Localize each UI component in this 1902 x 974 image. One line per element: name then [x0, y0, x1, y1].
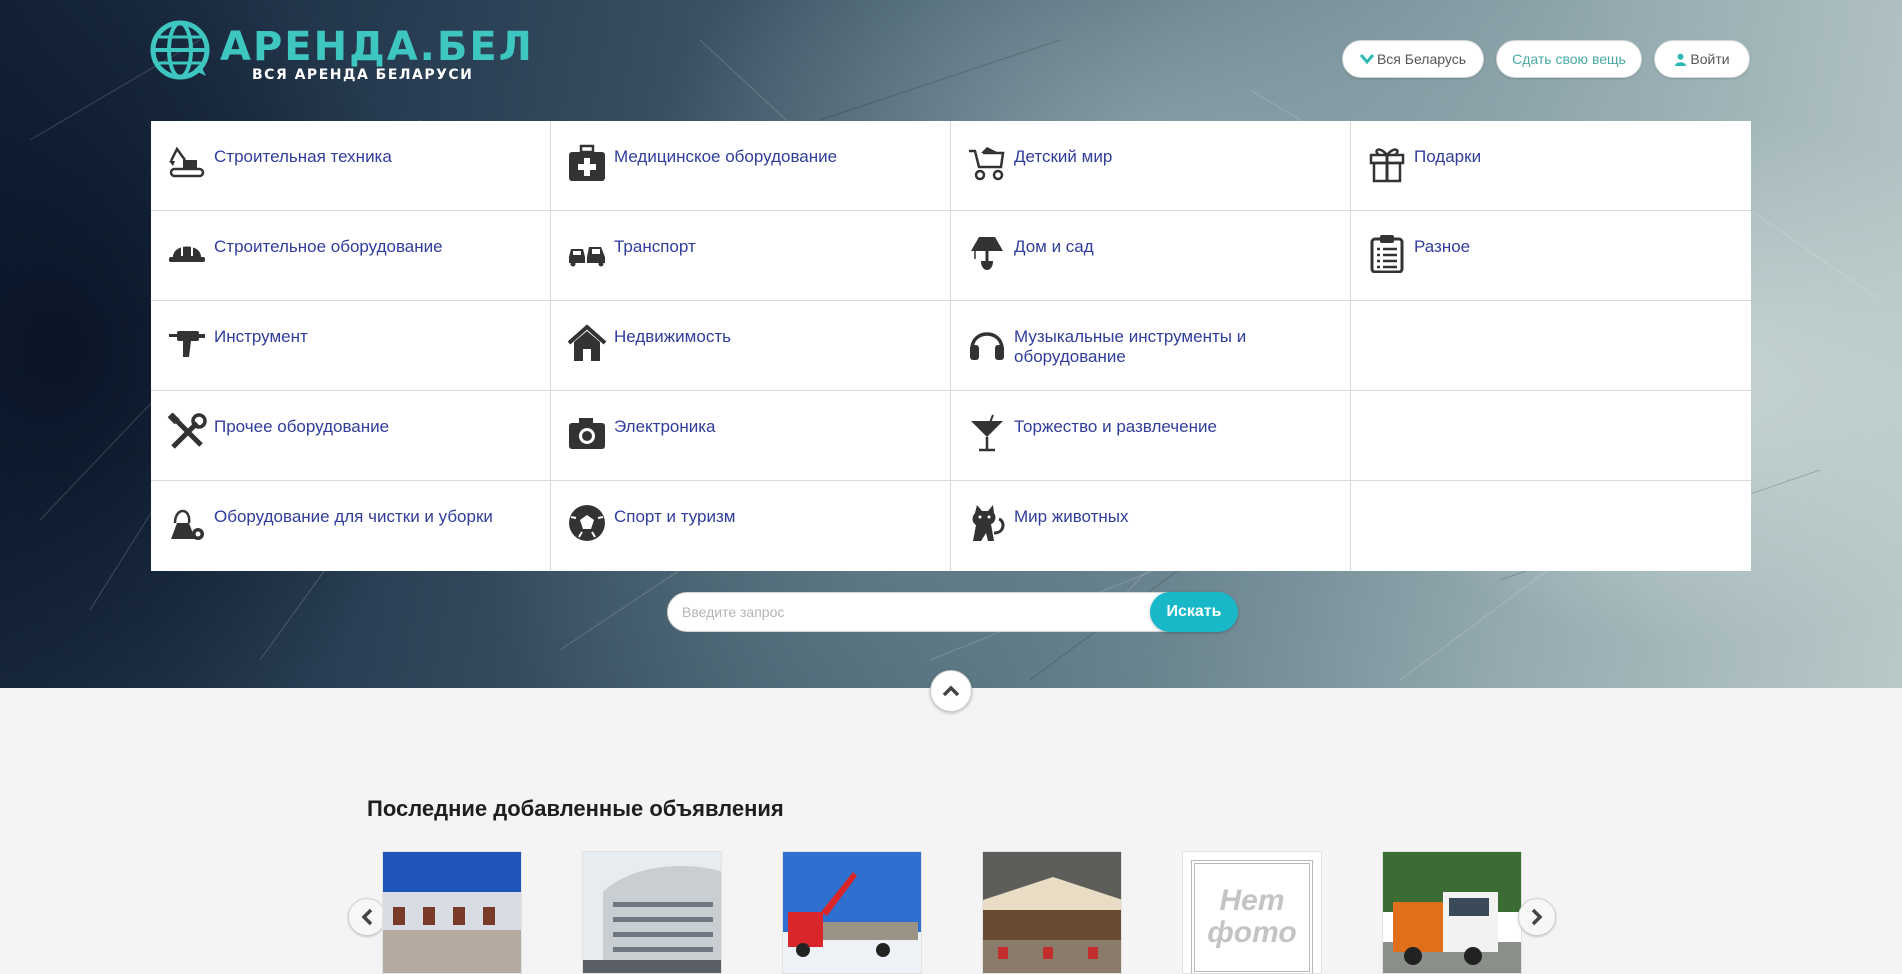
empty-cell — [1351, 481, 1751, 571]
category-label: Разное — [1414, 237, 1471, 256]
category-cell[interactable]: Детский мир — [951, 121, 1351, 211]
soccer-ball-icon — [569, 505, 605, 541]
category-label: Мир животных — [1014, 507, 1129, 526]
category-label: Подарки — [1414, 147, 1482, 166]
tools-icon — [167, 413, 207, 449]
office-building-photo — [583, 852, 721, 973]
category-label: Дом и сад — [1014, 237, 1094, 256]
camera-icon — [569, 418, 605, 449]
category-label: Строительное оборудование — [214, 237, 443, 256]
category-cell[interactable]: Медицинское оборудование — [551, 121, 951, 211]
cafe-terrace-photo — [983, 852, 1121, 973]
category-cell[interactable]: Инструмент — [151, 301, 551, 391]
category-label: Оборудование для чистки и уборки — [214, 507, 493, 526]
category-label: Строительная техника — [214, 147, 392, 166]
category-cell[interactable]: Подарки — [1351, 121, 1751, 211]
category-label: Детский мир — [1014, 147, 1113, 166]
chevron-right-icon — [1531, 908, 1543, 926]
dump-truck-photo — [1383, 852, 1521, 973]
globe-logo-icon — [150, 20, 210, 80]
hero-section: АРЕНДА.БЕЛ ВСЯ АРЕНДА БЕЛАРУСИ Вся Белар… — [0, 0, 1902, 688]
listing-thumbnail[interactable] — [982, 851, 1122, 974]
category-label: Электроника — [614, 417, 716, 436]
no-photo-placeholder: Нет фото — [1191, 860, 1313, 973]
category-label: Транспорт — [614, 237, 696, 256]
lamp-icon — [971, 237, 1003, 270]
category-cell[interactable]: Электроника — [551, 391, 951, 481]
category-cell[interactable]: Торжество и развлечение — [951, 391, 1351, 481]
category-label: Торжество и развлечение — [1014, 417, 1217, 436]
chevron-up-icon — [942, 685, 960, 697]
category-cell[interactable]: Разное — [1351, 211, 1751, 301]
chevron-down-icon — [1359, 54, 1374, 65]
category-label: Медицинское оборудование — [614, 147, 838, 166]
clipboard-icon — [1370, 235, 1404, 273]
category-cell[interactable]: Строительное оборудование — [151, 211, 551, 301]
listing-thumbnail[interactable]: Нет фото — [1182, 851, 1322, 974]
house-icon — [567, 324, 607, 361]
brand-subtitle: ВСЯ АРЕНДА БЕЛАРУСИ — [252, 67, 474, 83]
empty-cell — [1351, 301, 1751, 391]
listing-thumbnail[interactable] — [1382, 851, 1522, 974]
post-item-button[interactable]: Сдать свою вещь — [1496, 40, 1642, 78]
category-cell[interactable]: Музыкальные инструменты и оборудование — [951, 301, 1351, 391]
brand-title: АРЕНДА.БЕЛ — [220, 24, 534, 70]
gift-icon — [1369, 148, 1405, 183]
listing-thumbnail[interactable] — [382, 851, 522, 974]
listing-thumbnail[interactable] — [582, 851, 722, 974]
category-label: Прочее оборудование — [214, 417, 390, 436]
category-cell[interactable]: Спорт и туризм — [551, 481, 951, 571]
headphones-icon — [970, 332, 1004, 360]
site-logo[interactable]: АРЕНДА.БЕЛ ВСЯ АРЕНДА БЕЛАРУСИ — [150, 20, 532, 84]
search-button[interactable]: Искать — [1150, 592, 1238, 632]
no-photo-text: Нет — [1219, 884, 1285, 917]
hard-hat-icon — [169, 245, 205, 262]
listing-thumbnail[interactable] — [782, 851, 922, 974]
category-label: Недвижимость — [614, 327, 731, 346]
category-cell[interactable]: Строительная техника — [151, 121, 551, 211]
cocktail-icon — [971, 414, 1003, 452]
category-cell[interactable]: Прочее оборудование — [151, 391, 551, 481]
drill-icon — [169, 331, 205, 357]
search-bar: Искать — [667, 592, 1238, 632]
region-select-button[interactable]: Вся Беларусь — [1342, 40, 1484, 78]
crane-truck-photo — [783, 852, 921, 973]
cars-icon — [569, 247, 605, 267]
carousel-next-button[interactable] — [1518, 898, 1556, 936]
category-label: Музыкальные инструменты и оборудование — [1014, 327, 1247, 366]
stroller-icon — [969, 147, 1005, 181]
category-cell[interactable]: Оборудование для чистки и уборки — [151, 481, 551, 571]
collapse-categories-button[interactable] — [930, 670, 972, 712]
excavator-icon — [169, 146, 205, 178]
post-item-label: Сдать свою вещь — [1512, 51, 1626, 67]
user-icon — [1675, 53, 1687, 66]
latest-listings-title: Последние добавленные объявления — [367, 796, 784, 821]
cat-icon — [972, 505, 1005, 541]
region-label: Вся Беларусь — [1376, 51, 1467, 67]
empty-cell — [1351, 391, 1751, 481]
carousel-prev-button[interactable] — [348, 898, 386, 936]
chevron-left-icon — [361, 908, 373, 926]
category-label: Спорт и туризм — [614, 507, 736, 526]
no-photo-text: фото — [1207, 916, 1297, 949]
category-cell[interactable]: Недвижимость — [551, 301, 951, 391]
login-button[interactable]: Войти — [1654, 40, 1750, 78]
login-label: Войти — [1690, 51, 1730, 67]
warehouse-photo — [383, 852, 521, 973]
vacuum-icon — [171, 509, 204, 540]
category-cell[interactable]: Дом и сад — [951, 211, 1351, 301]
search-input[interactable] — [682, 593, 1142, 631]
category-cell[interactable]: Транспорт — [551, 211, 951, 301]
category-grid: Строительная техника Медицинское оборудо… — [151, 121, 1751, 571]
medical-kit-icon — [569, 144, 605, 181]
category-label: Инструмент — [214, 327, 308, 346]
category-cell[interactable]: Мир животных — [951, 481, 1351, 571]
